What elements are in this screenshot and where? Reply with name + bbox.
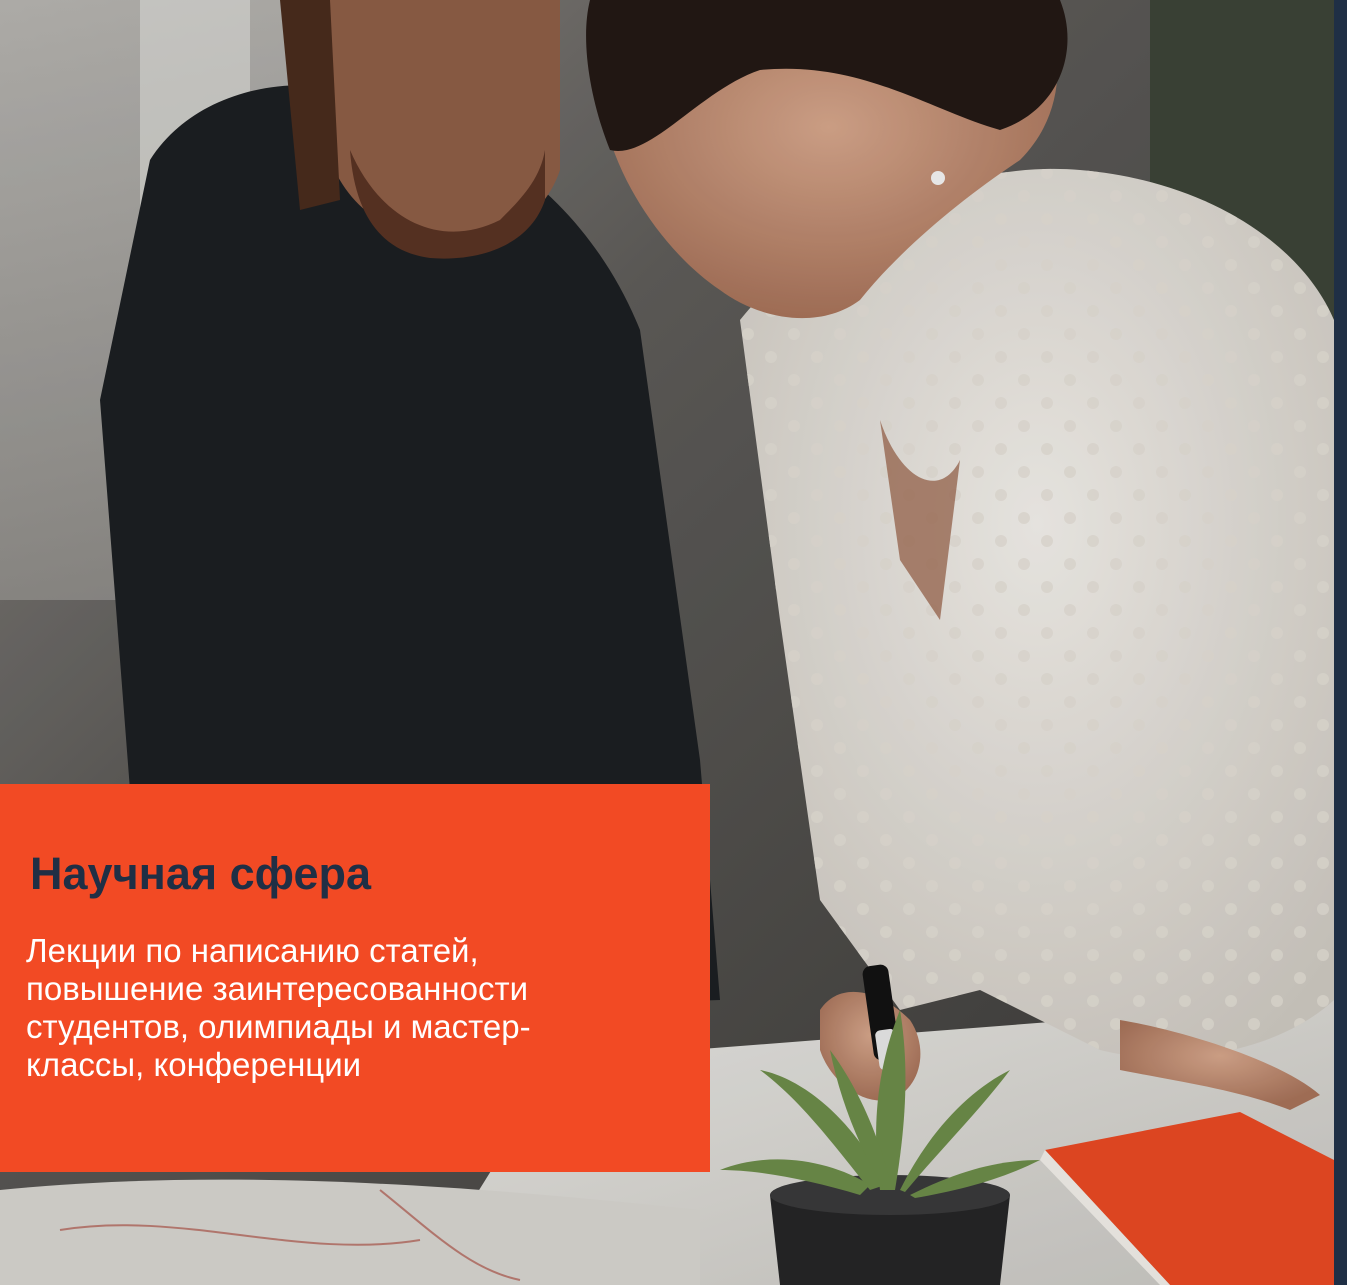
slide-edge-strip <box>1334 0 1347 1285</box>
card-description: Лекции по написанию статей, повышение за… <box>26 932 531 1083</box>
slide: Научная сфера Лекции по написанию статей… <box>0 0 1347 1285</box>
card-title: Научная сфера <box>30 848 371 899</box>
